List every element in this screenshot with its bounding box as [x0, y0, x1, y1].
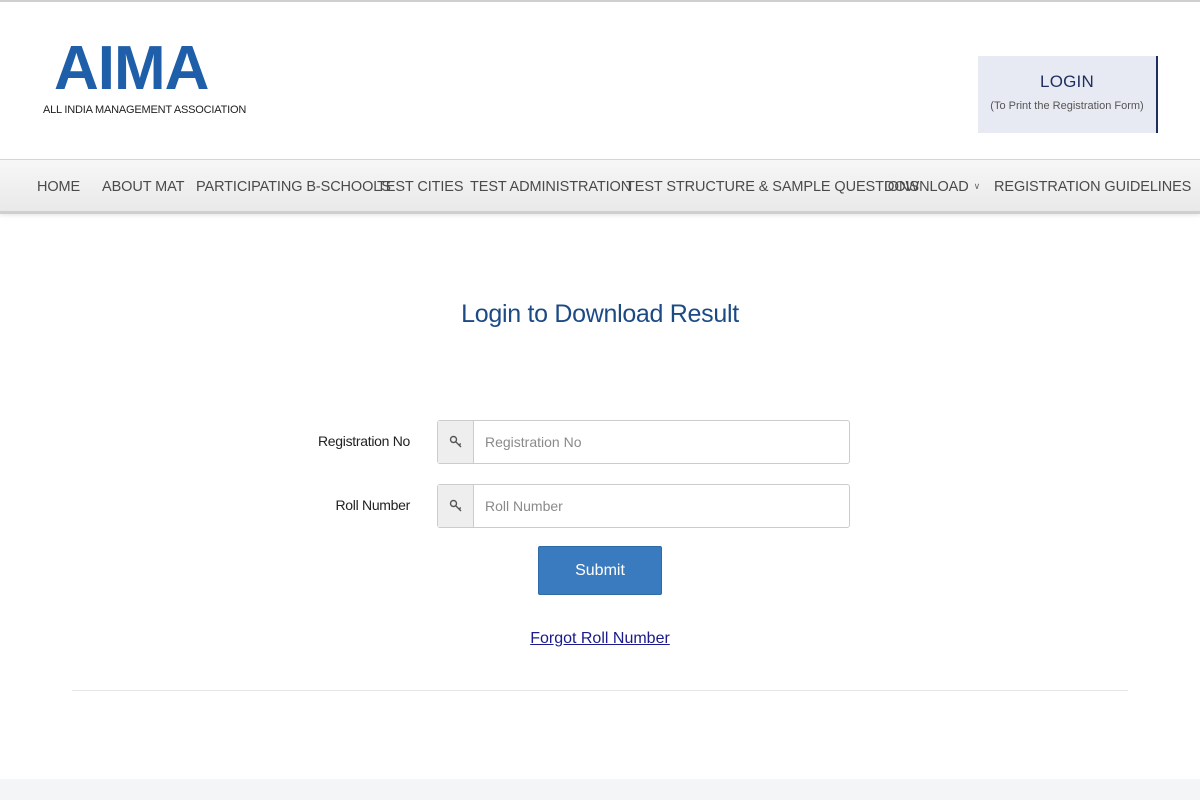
- top-border: [0, 0, 1200, 2]
- logo-subtitle: ALL INDIA MANAGEMENT ASSOCIATION: [43, 104, 247, 116]
- nav-item-registration-guidelines[interactable]: REGISTRATION GUIDELINES: [994, 179, 1191, 195]
- roll-number-label: Roll Number: [335, 497, 411, 513]
- submit-button[interactable]: Submit: [538, 546, 662, 595]
- forgot-roll-number-link[interactable]: Forgot Roll Number: [530, 630, 670, 647]
- nav-item-participating-b-schools[interactable]: PARTICIPATING B-SCHOOLS: [196, 179, 391, 195]
- registration-no-input[interactable]: [474, 421, 849, 463]
- registration-no-label: Registration No: [318, 433, 410, 449]
- page-title: Login to Download Result: [461, 300, 739, 328]
- footer-band: [0, 779, 1200, 800]
- login-subtitle: (To Print the Registration Form): [990, 100, 1144, 112]
- divider: [72, 690, 1128, 691]
- aima-logo[interactable]: AIMA ALL INDIA MANAGEMENT ASSOCIATION: [40, 34, 246, 120]
- main-navigation: HOME ABOUT MAT PARTICIPATING B-SCHOOLS T…: [0, 159, 1200, 214]
- login-box-button[interactable]: LOGIN (To Print the Registration Form): [978, 56, 1158, 133]
- roll-number-group: [437, 484, 850, 528]
- nav-item-test-structure[interactable]: TEST STRUCTURE & SAMPLE QUESTIONS: [626, 179, 919, 195]
- nav-item-download-label: DOWNLOAD: [884, 179, 969, 195]
- logo-mark: AIMA: [54, 34, 209, 103]
- login-title: LOGIN: [1040, 72, 1094, 91]
- nav-item-about-mat[interactable]: ABOUT MAT: [102, 179, 184, 195]
- registration-no-group: [437, 420, 850, 464]
- roll-number-input[interactable]: [474, 485, 849, 527]
- nav-item-home[interactable]: HOME: [37, 179, 80, 195]
- nav-item-test-administration[interactable]: TEST ADMINISTRATION: [470, 179, 631, 195]
- key-icon: [438, 485, 474, 527]
- forgot-link-container: Forgot Roll Number: [0, 630, 1200, 648]
- nav-item-download[interactable]: DOWNLOAD ∨: [884, 179, 980, 195]
- chevron-down-icon: ∨: [973, 181, 981, 191]
- nav-item-test-cities[interactable]: TEST CITIES: [377, 179, 464, 195]
- key-icon: [438, 421, 474, 463]
